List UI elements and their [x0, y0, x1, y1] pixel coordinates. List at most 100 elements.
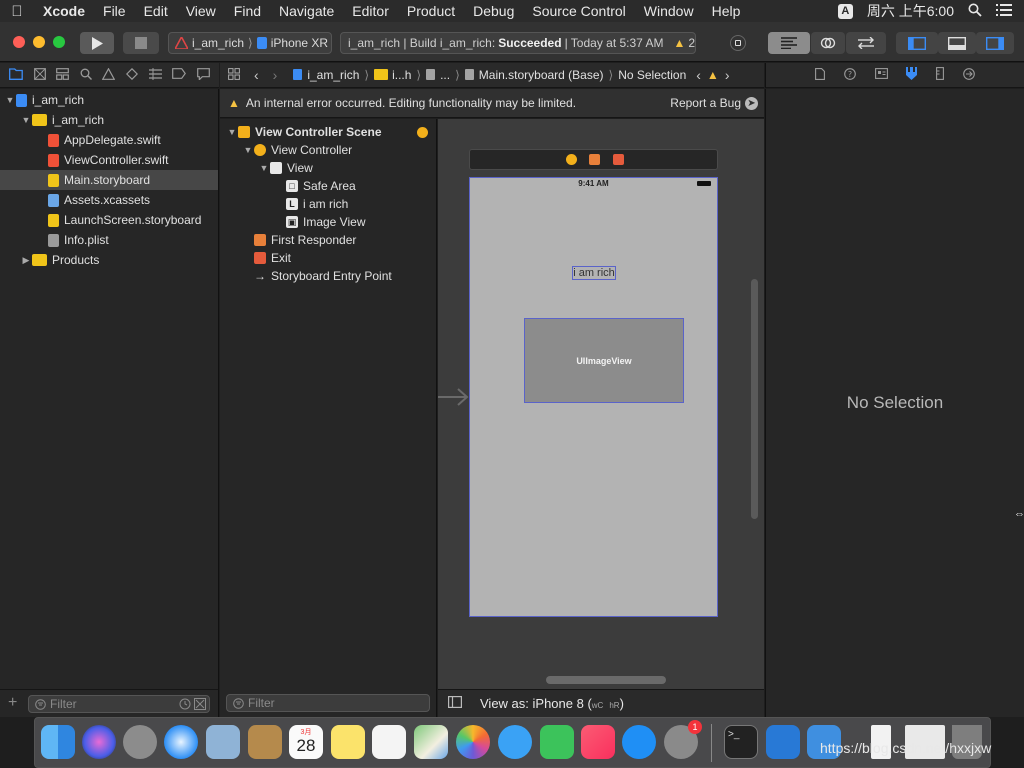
exit-icon[interactable]: [613, 154, 624, 165]
navigator-item[interactable]: ▼ i_am_rich: [0, 90, 218, 110]
safari-icon[interactable]: [164, 725, 198, 759]
view-as-device-button[interactable]: View as: iPhone 8 (wC hR): [480, 696, 624, 711]
navigator-item[interactable]: ViewController.swift: [0, 150, 218, 170]
menu-source-control[interactable]: Source Control: [523, 3, 634, 19]
menu-navigate[interactable]: Navigate: [270, 3, 343, 19]
source-control-filter-icon[interactable]: [194, 698, 206, 710]
menu-edit[interactable]: Edit: [135, 3, 177, 19]
disclosure-open-icon[interactable]: ▼: [20, 115, 32, 125]
horizontal-scrollbar[interactable]: [546, 676, 666, 684]
facetime-icon[interactable]: [540, 725, 574, 759]
library-button[interactable]: [730, 35, 746, 51]
next-issue-icon[interactable]: ›: [725, 67, 730, 83]
recent-files-icon[interactable]: [179, 698, 191, 710]
menu-clock[interactable]: 周六 上午6:00: [867, 1, 954, 21]
menu-help[interactable]: Help: [703, 3, 750, 19]
label-i-am-rich[interactable]: i am rich: [572, 266, 616, 280]
assistant-editor-button[interactable]: [811, 32, 845, 54]
test-navigator-icon[interactable]: [125, 67, 139, 83]
messages-icon[interactable]: [498, 725, 532, 759]
outline-item[interactable]: ▣ Image View: [220, 213, 436, 231]
app-store-icon[interactable]: [622, 725, 656, 759]
navigator-item[interactable]: ▶ Products: [0, 250, 218, 270]
scheme-selector[interactable]: i_am_rich ⟩ iPhone XR: [168, 32, 332, 54]
navigator-item[interactable]: ▼ i_am_rich: [0, 110, 218, 130]
maps-icon[interactable]: [414, 725, 448, 759]
toggle-outline-icon[interactable]: [448, 696, 463, 711]
identity-inspector-icon[interactable]: [874, 68, 888, 82]
launchpad-icon[interactable]: [123, 725, 157, 759]
outline-item[interactable]: → Storyboard Entry Point: [220, 267, 436, 285]
related-items-icon[interactable]: [228, 67, 240, 83]
navigator-item[interactable]: LaunchScreen.storyboard: [0, 210, 218, 230]
warning-count[interactable]: 2: [688, 36, 695, 50]
jumpbar-crumb-ellipsis[interactable]: ...: [440, 68, 450, 82]
toggle-navigator-button[interactable]: [896, 32, 938, 54]
source-control-navigator-icon[interactable]: [33, 67, 46, 83]
find-navigator-icon[interactable]: [80, 68, 92, 83]
report-bug-button[interactable]: Report a Bug ➤: [670, 96, 764, 110]
warning-icon[interactable]: ▲: [674, 36, 686, 50]
finder-icon[interactable]: [41, 725, 75, 759]
disclosure-closed-icon[interactable]: ▶: [20, 255, 32, 266]
forward-arrow-icon[interactable]: ›: [273, 67, 278, 83]
navigator-filter-field[interactable]: Filter: [28, 695, 210, 713]
reminders-icon[interactable]: [372, 725, 406, 759]
warning-icon[interactable]: ▲: [707, 68, 719, 82]
spotlight-search-icon[interactable]: [968, 3, 982, 20]
notification-center-icon[interactable]: [996, 3, 1012, 19]
music-icon[interactable]: [581, 725, 615, 759]
menu-product[interactable]: Product: [398, 3, 464, 19]
report-navigator-icon[interactable]: [196, 67, 210, 83]
debug-navigator-icon[interactable]: [148, 67, 162, 83]
view-controller-icon[interactable]: [566, 154, 577, 165]
menu-editor[interactable]: Editor: [343, 3, 398, 19]
outline-filter-field[interactable]: Filter: [226, 694, 430, 712]
attributes-inspector-icon[interactable]: [906, 67, 918, 83]
jumpbar-crumb-file[interactable]: Main.storyboard (Base): [479, 68, 604, 82]
vertical-scrollbar[interactable]: [751, 279, 758, 519]
activity-viewer[interactable]: i_am_rich | Build i_am_rich: Succeeded |…: [340, 32, 696, 54]
previous-issue-icon[interactable]: ‹: [696, 67, 701, 83]
menu-debug[interactable]: Debug: [464, 3, 523, 19]
breakpoint-navigator-icon[interactable]: [172, 68, 187, 82]
back-arrow-icon[interactable]: ‹: [254, 67, 259, 83]
go-to-scene-icon[interactable]: [417, 126, 428, 138]
disclosure-open-icon[interactable]: ▼: [226, 127, 238, 137]
jumpbar-crumb-selection[interactable]: No Selection: [618, 68, 686, 82]
toggle-inspector-button[interactable]: [976, 32, 1014, 54]
image-view[interactable]: UIImageView: [524, 318, 684, 403]
xcode-icon[interactable]: [766, 725, 800, 759]
stop-button[interactable]: [123, 32, 159, 54]
preview-icon[interactable]: [206, 725, 240, 759]
connections-inspector-icon[interactable]: [962, 67, 975, 83]
menu-file[interactable]: File: [94, 3, 135, 19]
menu-view[interactable]: View: [177, 3, 225, 19]
run-button[interactable]: [80, 32, 114, 54]
outline-item[interactable]: ▼ View Controller: [220, 141, 436, 159]
menu-find[interactable]: Find: [225, 3, 270, 19]
first-responder-icon[interactable]: [589, 154, 600, 165]
jumpbar-crumb-project[interactable]: i_am_rich: [307, 68, 359, 82]
outline-item[interactable]: □ Safe Area: [220, 177, 436, 195]
navigator-item[interactable]: AppDelegate.swift: [0, 130, 218, 150]
notes-icon[interactable]: [331, 725, 365, 759]
outline-item[interactable]: ▼ View Controller Scene: [220, 123, 436, 141]
photos-icon[interactable]: [456, 725, 490, 759]
disclosure-open-icon[interactable]: ▼: [258, 163, 270, 173]
navigator-item[interactable]: Assets.xcassets: [0, 190, 218, 210]
outline-item[interactable]: Li am rich: [220, 195, 436, 213]
system-preferences-icon[interactable]: 1: [664, 720, 702, 759]
siri-icon[interactable]: [82, 725, 116, 759]
issue-navigator-icon[interactable]: [102, 67, 116, 83]
apple-icon[interactable]: : [0, 3, 34, 20]
version-editor-button[interactable]: [846, 32, 886, 54]
symbol-navigator-icon[interactable]: [56, 67, 70, 83]
contacts-icon[interactable]: [248, 725, 282, 759]
size-inspector-icon[interactable]: [936, 67, 944, 83]
zoom-window-button[interactable]: [53, 36, 65, 48]
disclosure-open-icon[interactable]: ▼: [242, 145, 254, 155]
terminal-icon[interactable]: >_: [724, 725, 758, 759]
jumpbar-crumb-group[interactable]: i...h: [392, 68, 411, 82]
outline-item[interactable]: Exit: [220, 249, 436, 267]
